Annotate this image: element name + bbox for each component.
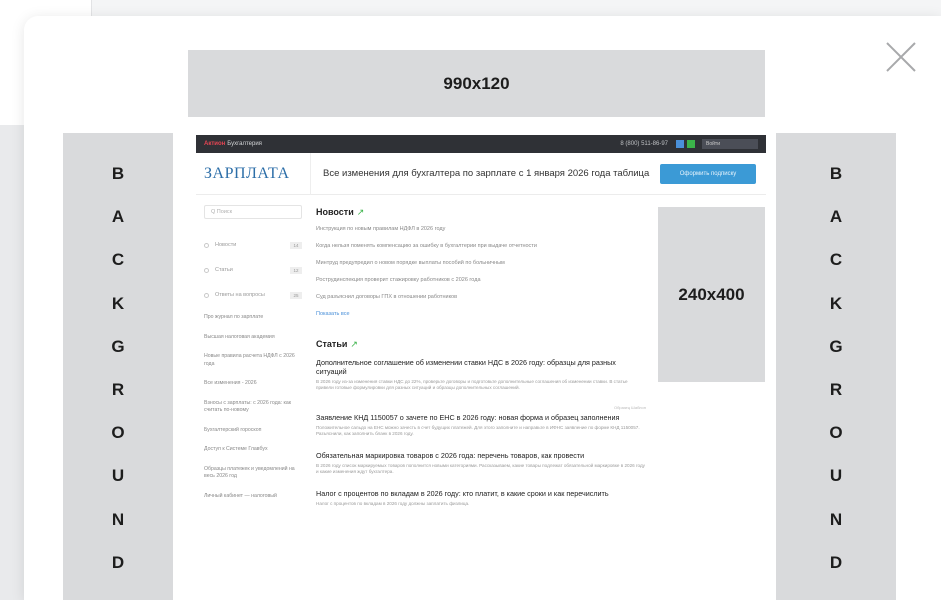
background-placeholder-right: B A C K G R O U N D [776,133,896,600]
sidebar-link[interactable]: Взносы с зарплаты: с 2026 года: как счит… [204,400,302,415]
article-tag: Образец Шаблон [613,405,646,410]
background-letter: D [111,552,125,572]
bullet-icon [204,293,209,298]
article-title[interactable]: Заявление КНД 1150057 о зачете по ЕНС в … [316,413,646,422]
background-letter: A [829,207,843,227]
count-badge: 14 [290,242,302,249]
sidebar: Q Поиск Новости 14 Статьи 12 Ответы на в… [196,195,310,522]
background-letter: U [829,466,843,486]
show-all-link[interactable]: Показать все [316,311,646,317]
banner-placeholder-top: 990x120 [188,50,765,117]
subscribe-button[interactable]: Оформить подписку [660,163,756,184]
article-excerpt: Налог с процентов по вкладам в 2026 году… [316,501,470,506]
sidebar-link[interactable]: Все изменения - 2026 [204,380,302,388]
sidebar-link[interactable]: Про журнал по зарплате [204,314,302,322]
article-title[interactable]: Обязательная маркировка товаров с 2026 г… [316,451,646,460]
social-icon[interactable] [676,140,684,148]
sidebar-item-news[interactable]: Новости 14 [204,239,302,252]
bullet-icon [204,243,209,248]
background-letter: N [829,509,843,529]
sidebar-item-label: Ответы на вопросы [215,291,265,298]
background-letter: K [111,293,125,313]
phone-number: 8 (800) 511-86-97 [620,141,668,147]
background-letter: R [111,379,125,399]
background-letter: D [829,552,843,572]
background-letter: C [829,250,843,270]
news-item[interactable]: Инструкция по новым правилам НДФЛ в 2026… [316,226,646,233]
news-item[interactable]: Минтруд предупредил о новом порядке выпл… [316,260,646,267]
background-header-strip [92,0,941,16]
sidebar-item-label: Новости [215,241,237,248]
close-icon[interactable] [884,42,918,72]
login-button[interactable]: Войти [702,139,758,149]
section-title-label: Новости [316,207,354,217]
count-badge: 25 [290,292,302,299]
news-item[interactable]: Когда нельзя поменять компенсацию за оши… [316,243,646,250]
social-icon[interactable] [687,140,695,148]
background-letter: G [829,336,843,356]
sidebar-item-answers[interactable]: Ответы на вопросы 25 [204,289,302,302]
article-excerpt: В 2026 году из-за изменения ставки НДС д… [316,379,628,390]
sidebar-link[interactable]: Новые правила расчета НДФЛ с 2026 года [204,353,302,368]
page-title: Все изменения для бухгалтера по зарплате… [310,152,660,195]
sidebar-link[interactable]: Доступ к Системе Главбух [204,446,302,454]
count-badge: 12 [290,267,302,274]
sidebar-item-label: Статьи [215,266,233,273]
background-letter: U [111,466,125,486]
site-logo[interactable]: ЗАРПЛАТА [196,165,310,183]
background-letter: C [111,250,125,270]
arrow-icon: ↗ [350,339,358,349]
bullet-icon [204,268,209,273]
brand-name[interactable]: Бухгалтерия [227,141,262,147]
background-letter: B [111,164,125,183]
main-content: Новости ↗ Инструкция по новым правилам НД… [310,195,656,522]
background-letter: G [111,336,125,356]
article-card[interactable]: Налог с процентов по вкладам в 2026 году… [316,489,646,507]
arrow-icon: ↗ [356,207,365,217]
search-input[interactable]: Q Поиск [204,205,302,219]
sidebar-link[interactable]: Бухгалтерский гороскоп [204,427,302,435]
news-item[interactable]: Рострудинспекция проверит стажировку раб… [316,277,646,284]
article-excerpt: Положительное сальдо на ЕНС можно зачест… [316,425,640,436]
section-title-label: Статьи [316,339,348,349]
banner-placeholder-side: 240x400 [658,207,765,382]
article-card[interactable]: Образец Шаблон Заявление КНД 1150057 о з… [316,405,646,437]
news-section-title[interactable]: Новости ↗ [316,207,646,218]
background-letter: N [111,509,125,529]
site-topbar: Актион Бухгалтерия 8 (800) 511-86-97 Вой… [196,135,766,153]
site-header: ЗАРПЛАТА Все изменения для бухгалтера по… [196,152,766,195]
banner-size-label: 240x400 [678,284,745,304]
article-card[interactable]: Дополнительное соглашение об изменении с… [316,358,646,391]
sidebar-link[interactable]: Высшая налоговая академия [204,334,302,342]
sidebar-item-articles[interactable]: Статьи 12 [204,264,302,277]
brand-accent: Актион [204,141,226,147]
sidebar-link[interactable]: Образцы платежек и уведомлений на весь 2… [204,466,302,481]
article-title[interactable]: Дополнительное соглашение об изменении с… [316,358,646,376]
article-title[interactable]: Налог с процентов по вкладам в 2026 году… [316,489,646,498]
background-letter: B [829,164,843,183]
articles-section-title[interactable]: Статьи ↗ [316,339,646,350]
sidebar-link[interactable]: Личный кабинет — налоговый [204,493,302,501]
background-letter: O [829,423,843,443]
background-placeholder-left: B A C K G R O U N D [63,133,173,600]
news-item[interactable]: Суд разъяснил договоры ГПХ в отношении р… [316,294,646,301]
background-letter: R [829,379,843,399]
article-card[interactable]: Обязательная маркировка товаров с 2026 г… [316,451,646,475]
background-letter: A [111,207,125,227]
background-letter: O [111,423,125,443]
article-excerpt: В 2026 году список маркируемых товаров п… [316,463,645,474]
background-letter: K [829,293,843,313]
